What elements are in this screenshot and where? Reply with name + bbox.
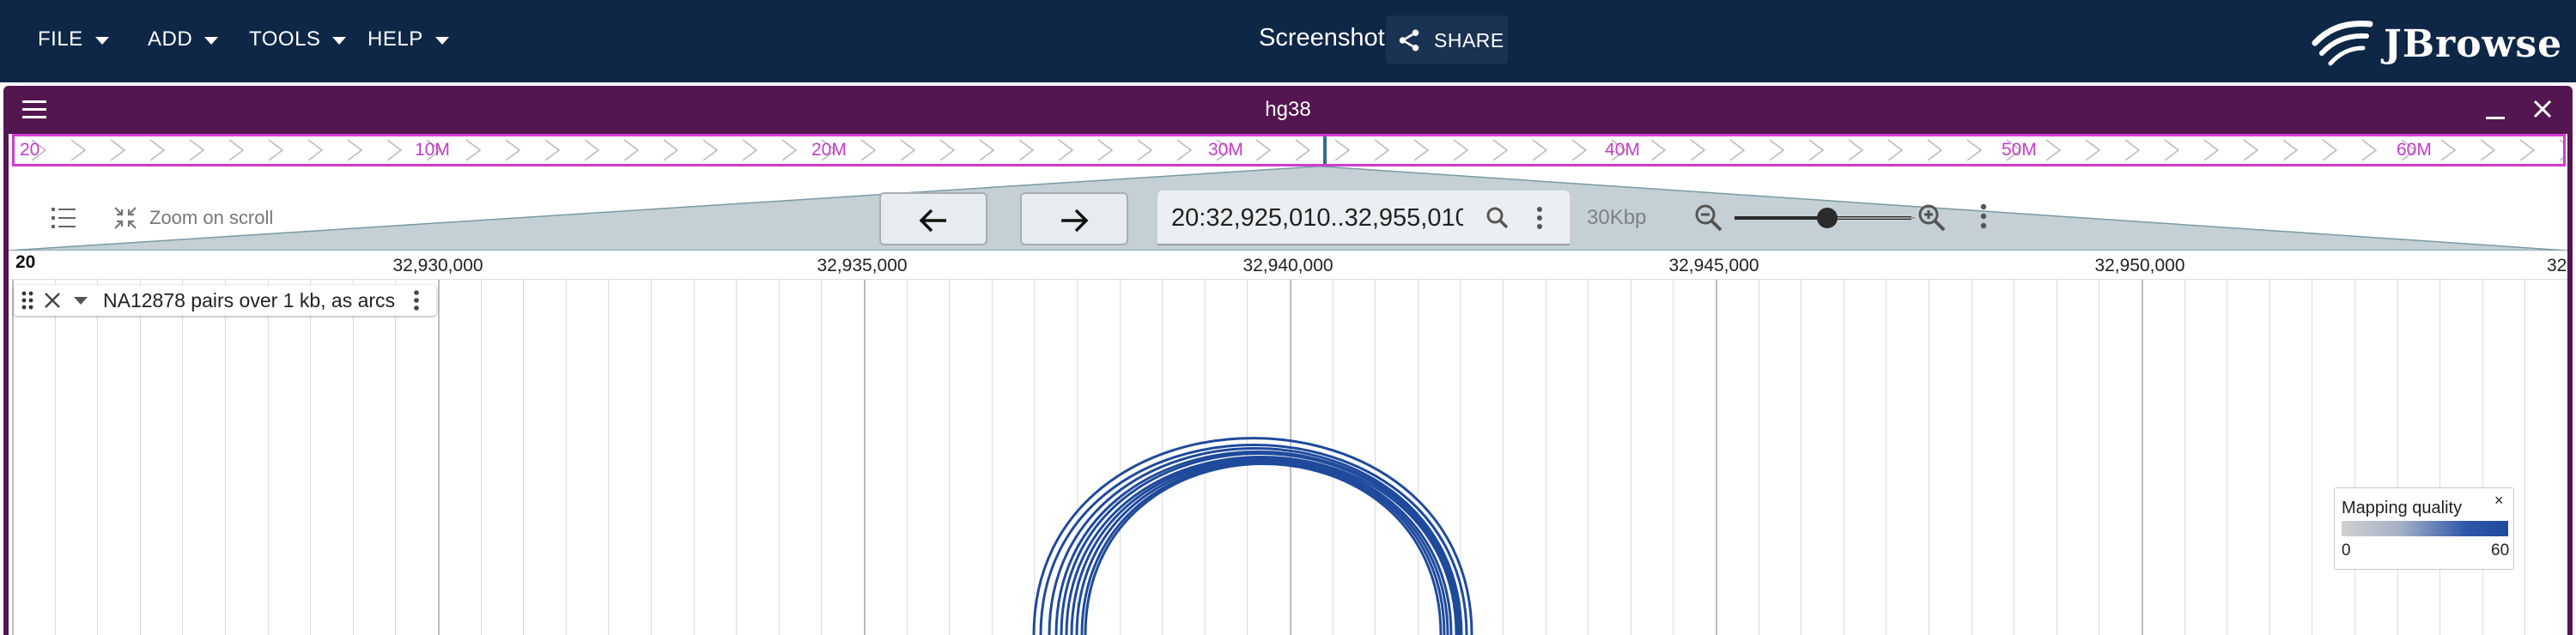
- bp-per-view-label: 30Kbp: [1587, 206, 1647, 229]
- menu-help-label: HELP: [368, 27, 423, 51]
- view-options-icon[interactable]: [1978, 203, 1989, 230]
- overview-ref-label: 20: [20, 140, 40, 160]
- arrow-left-icon: [919, 209, 946, 233]
- mapping-quality-legend: × Mapping quality 0 60: [2334, 487, 2514, 570]
- zoom-out-icon[interactable]: [1693, 203, 1724, 233]
- track-container[interactable]: NA12878 pairs over 1 kb, as arcs × Mappi…: [9, 280, 2567, 635]
- zoom-on-scroll-label: Zoom on scroll: [149, 207, 274, 228]
- track-label: NA12878 pairs over 1 kb, as arcs: [14, 285, 437, 316]
- app-toolbar: FILE ADD TOOLS HELP Screenshot SHARE JBr…: [0, 0, 2576, 82]
- overview-ruler[interactable]: 20 10M 20M 30M 40M 50M 60M: [12, 134, 2566, 166]
- zoom-on-scroll-toggle[interactable]: Zoom on scroll: [112, 201, 273, 235]
- chevron-down-icon: [204, 37, 219, 45]
- track-name: NA12878 pairs over 1 kb, as arcs: [103, 288, 396, 311]
- overview-tick: 40M: [1605, 140, 1640, 160]
- session-title[interactable]: Screenshot: [1259, 24, 1385, 52]
- overview-tick: 10M: [415, 140, 450, 160]
- chevron-down-icon: [434, 37, 449, 45]
- brand-name: JBrowse: [2384, 22, 2563, 66]
- arrow-right-icon: [1061, 209, 1089, 233]
- menu-file-label: FILE: [38, 27, 83, 51]
- legend-max: 60: [2491, 541, 2510, 559]
- chevron-down-icon: [332, 37, 347, 45]
- view-body: 20 10M 20M 30M 40M 50M 60M Zoom on scrol…: [9, 134, 2567, 635]
- more-vert-icon[interactable]: [1535, 206, 1544, 230]
- pan-right-button[interactable]: [1020, 192, 1128, 245]
- zoom-in-icon[interactable]: [1917, 203, 1947, 233]
- drag-handle-icon[interactable]: [21, 290, 34, 311]
- legend-title: Mapping quality: [2342, 499, 2463, 517]
- close-legend-icon[interactable]: ×: [2494, 492, 2504, 510]
- scale-tick-label: 32,945,000: [1668, 256, 1759, 275]
- zoom-slider-thumb[interactable]: [1817, 208, 1838, 228]
- logo-icon: [2312, 20, 2373, 66]
- search-icon[interactable]: [1485, 206, 1510, 230]
- read-pair-arc: [1054, 451, 1461, 635]
- menu-tools-label: TOOLS: [249, 27, 321, 51]
- overview-position-marker: [1323, 136, 1327, 164]
- scale-tick-label: 32,950,000: [2094, 256, 2185, 275]
- pan-left-button[interactable]: [879, 192, 987, 245]
- close-view-icon[interactable]: [2530, 96, 2555, 122]
- minimize-icon[interactable]: [2486, 117, 2505, 119]
- chevron-down-icon: [94, 37, 109, 45]
- legend-gradient: [2342, 521, 2508, 536]
- view-title: hg38: [1265, 98, 1311, 121]
- track-menu-icon[interactable]: [412, 289, 421, 311]
- share-button[interactable]: SHARE: [1386, 15, 1508, 64]
- read-pair-arc: [1039, 444, 1468, 635]
- share-label: SHARE: [1434, 29, 1504, 51]
- chevron-down-icon[interactable]: [74, 296, 88, 305]
- scale-tick-label: 32,930,000: [392, 256, 483, 275]
- linear-genome-view: hg38 20 10M 20M 30M 40M 50M 60M Zoom on …: [3, 86, 2573, 635]
- overview-tick: 20M: [811, 140, 847, 160]
- overview-tick: 60M: [2397, 140, 2432, 160]
- share-icon: [1399, 29, 1419, 51]
- compress-icon: [114, 207, 137, 229]
- scale-bar[interactable]: 20 32,930,000 32,935,000 32,940,000 32,9…: [9, 251, 2567, 280]
- scale-tick-label: 32,935,000: [817, 256, 908, 275]
- legend-min: 0: [2342, 541, 2351, 559]
- scale-ref-name: 20: [15, 252, 36, 272]
- location-input[interactable]: [1171, 201, 1463, 235]
- track-selector-button[interactable]: [46, 201, 84, 235]
- menu-add-label: ADD: [148, 27, 193, 51]
- menu-help[interactable]: HELP: [368, 22, 449, 57]
- chromosome-chevrons: [31, 139, 2563, 161]
- overview-tick: 50M: [2002, 140, 2037, 160]
- menu-file[interactable]: FILE: [38, 22, 109, 57]
- arc-renderer: [1032, 437, 1473, 635]
- list-icon: [52, 208, 76, 228]
- overview-tick: 30M: [1208, 140, 1243, 160]
- menu-add[interactable]: ADD: [148, 22, 219, 57]
- scale-tick-label: 32,95: [2547, 256, 2567, 275]
- read-pair-arc: [1060, 452, 1460, 635]
- scale-tick-label: 32,940,000: [1242, 256, 1334, 275]
- view-header: hg38: [3, 86, 2573, 134]
- jbrowse-logo: JBrowse: [2310, 14, 2563, 74]
- close-track-icon[interactable]: [43, 291, 62, 310]
- location-search-box[interactable]: [1157, 190, 1570, 245]
- menu-tools[interactable]: TOOLS: [249, 22, 347, 57]
